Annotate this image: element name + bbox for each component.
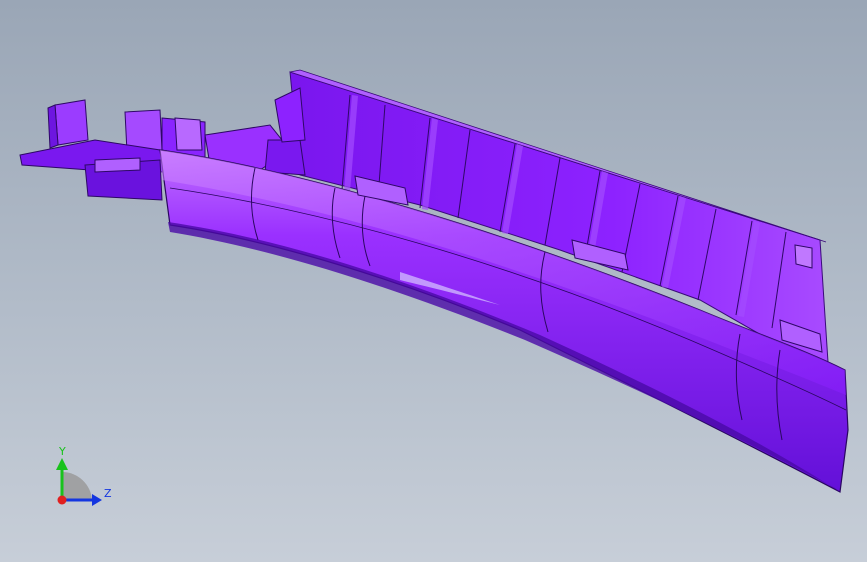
z-axis-label: Z	[104, 487, 112, 500]
model-canvas[interactable]: Y Z	[0, 0, 867, 562]
triad-gray-quarter	[62, 471, 92, 500]
cad-viewport[interactable]: Y Z	[0, 0, 867, 562]
y-axis-arrow	[56, 458, 68, 470]
y-axis-label: Y	[58, 445, 66, 458]
coordinate-triad[interactable]: Y Z	[56, 445, 112, 506]
z-axis-arrow	[92, 494, 102, 506]
x-axis-dot	[57, 495, 67, 505]
